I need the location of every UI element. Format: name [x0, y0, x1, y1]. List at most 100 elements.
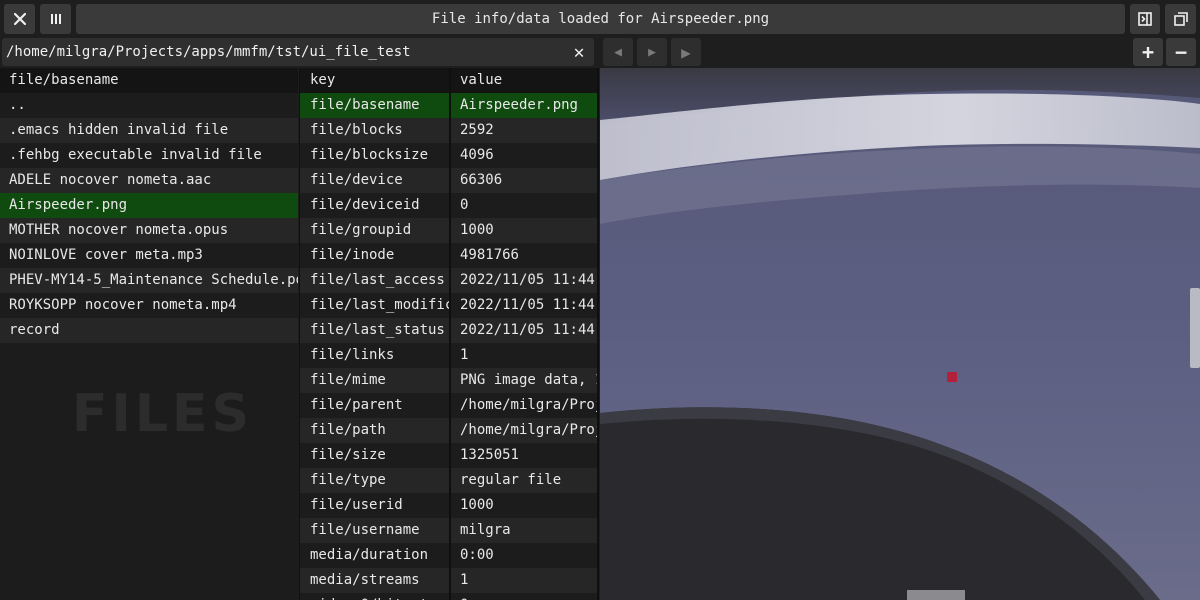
info-table-row[interactable]: file/deviceid 0	[300, 193, 597, 218]
info-value: 1325051	[459, 447, 519, 463]
file-list-item[interactable]: PHEV-MY14-5_Maintenance Schedule.pdf	[0, 268, 298, 293]
info-value: 2592	[459, 122, 494, 138]
columns-icon	[50, 14, 61, 24]
info-table-row[interactable]: file/groupid 1000	[300, 218, 597, 243]
path-input[interactable]	[6, 44, 566, 60]
info-table-row[interactable]: file/blocksize 4096	[300, 143, 597, 168]
info-value: 4096	[459, 147, 494, 163]
info-table-row[interactable]: file/last_status 2022/11/05 11:44:	[300, 318, 597, 343]
info-table-row[interactable]: file/userid 1000	[300, 493, 597, 518]
info-key: file/mime	[300, 368, 451, 393]
info-key: file/last_status	[300, 318, 451, 343]
fullscreen-icon	[1173, 12, 1188, 26]
preview-image	[600, 68, 1200, 600]
info-table-row[interactable]: file/last_modifica 2022/11/05 11:44:	[300, 293, 597, 318]
info-key: media/duration	[300, 543, 451, 568]
info-value: 2022/11/05 11:44:	[459, 272, 597, 288]
file-list-header[interactable]: file/basename	[0, 68, 298, 93]
file-list-item[interactable]: ROYKSOPP nocover nometa.mp4	[0, 293, 298, 318]
info-key: file/username	[300, 518, 451, 543]
play-button[interactable]: ▶	[637, 38, 667, 66]
file-list-item[interactable]: .fehbg executable invalid file	[0, 143, 298, 168]
info-table-row[interactable]: file/basename Airspeeder.png	[300, 93, 597, 118]
info-table-row[interactable]: file/type regular file	[300, 468, 597, 493]
file-list-item[interactable]: Airspeeder.png	[0, 193, 298, 218]
info-table-row[interactable]: file/blocks 2592	[300, 118, 597, 143]
info-value: 2022/11/05 11:44:	[459, 322, 597, 338]
info-value: 1	[459, 572, 469, 588]
info-table-row[interactable]: media/streams 1	[300, 568, 597, 593]
key-column-header[interactable]: key	[300, 68, 451, 93]
info-value: Airspeeder.png	[459, 97, 578, 113]
info-key: file/type	[300, 468, 451, 493]
info-value: /home/milgra/Proj	[459, 397, 597, 413]
file-info-table: key value file/basename Airspeeder.png fil…	[299, 68, 599, 600]
info-key: file/path	[300, 418, 451, 443]
file-list-item[interactable]: .emacs hidden invalid file	[0, 118, 298, 143]
file-list-item[interactable]: NOINLOVE cover meta.mp3	[0, 243, 298, 268]
info-table-row[interactable]: media/duration 0:00	[300, 543, 597, 568]
info-table-row[interactable]: video 0/bitrate0	[300, 593, 597, 600]
fullscreen-button[interactable]	[1165, 4, 1196, 34]
info-value: 1000	[459, 497, 494, 513]
info-key: file/inode	[300, 243, 451, 268]
info-key: file/device	[300, 168, 451, 193]
info-key: file/deviceid	[300, 193, 451, 218]
close-button[interactable]	[4, 4, 35, 34]
path-bar: ✕	[2, 38, 594, 66]
files-watermark: FILES	[72, 384, 253, 444]
info-value: regular file	[459, 472, 562, 488]
file-list-item[interactable]: MOTHER nocover nometa.opus	[0, 218, 298, 243]
info-table-row[interactable]: file/links 1	[300, 343, 597, 368]
file-list-panel: FILES file/basename .. .emacs hidden inva…	[0, 68, 298, 600]
info-value: milgra	[459, 522, 511, 538]
info-table-header: key value	[300, 68, 597, 93]
info-value: 2022/11/05 11:44:	[459, 297, 597, 313]
info-value: 4981766	[459, 247, 519, 263]
zoom-out-button[interactable]: −	[1166, 38, 1196, 66]
top-toolbar: File info/data loaded for Airspeeder.png	[0, 0, 1200, 38]
info-value: /home/milgra/Proj	[459, 422, 597, 438]
info-table-row[interactable]: file/path/home/milgra/Proj	[300, 418, 597, 443]
info-key: media/streams	[300, 568, 451, 593]
info-key: file/parent	[300, 393, 451, 418]
close-icon	[13, 12, 26, 26]
info-table-row[interactable]: file/last_access 2022/11/05 11:44:	[300, 268, 597, 293]
file-list-item[interactable]: ..	[0, 93, 298, 118]
info-key: file/links	[300, 343, 451, 368]
info-value: 1	[459, 347, 469, 363]
clear-path-icon[interactable]: ✕	[570, 42, 588, 63]
info-value: 0:00	[459, 547, 494, 563]
info-key: file/groupid	[300, 218, 451, 243]
value-column-header[interactable]: value	[451, 68, 597, 93]
info-value: 0	[459, 197, 469, 213]
info-table-row[interactable]: file/mime PNG image data, 1	[300, 368, 597, 393]
info-key: file/blocksize	[300, 143, 451, 168]
info-key: video 0/bitrate	[300, 593, 451, 600]
info-table-row[interactable]: file/username milgra	[300, 518, 597, 543]
info-table-row[interactable]: file/device 66306	[300, 168, 597, 193]
info-table-row[interactable]: file/size 1325051	[300, 443, 597, 468]
info-key: file/blocks	[300, 118, 451, 143]
columns-button[interactable]	[40, 4, 71, 34]
info-table-row[interactable]: file/parent/home/milgra/Proj	[300, 393, 597, 418]
window-title: File info/data loaded for Airspeeder.png	[76, 4, 1125, 34]
info-value: 66306	[459, 172, 503, 188]
info-value: 0	[451, 593, 597, 600]
preview-scrollbar[interactable]	[1190, 288, 1200, 368]
info-table-row[interactable]: file/inode 4981766	[300, 243, 597, 268]
side-panel-icon	[1138, 12, 1152, 26]
info-key: file/last_access	[300, 268, 451, 293]
info-value: PNG image data, 1	[459, 372, 597, 388]
image-preview[interactable]	[600, 68, 1200, 600]
side-panel-button[interactable]	[1130, 4, 1160, 34]
info-key: file/userid	[300, 493, 451, 518]
next-button[interactable]: ▶	[671, 38, 701, 66]
file-list-item[interactable]: record	[0, 318, 298, 343]
zoom-in-button[interactable]: +	[1133, 38, 1163, 66]
info-key: file/size	[300, 443, 451, 468]
info-value: 1000	[459, 222, 494, 238]
file-list-item[interactable]: ADELE nocover nometa.aac	[0, 168, 298, 193]
prev-button[interactable]: ◀	[603, 38, 633, 66]
info-key: file/last_modifica	[300, 293, 451, 318]
